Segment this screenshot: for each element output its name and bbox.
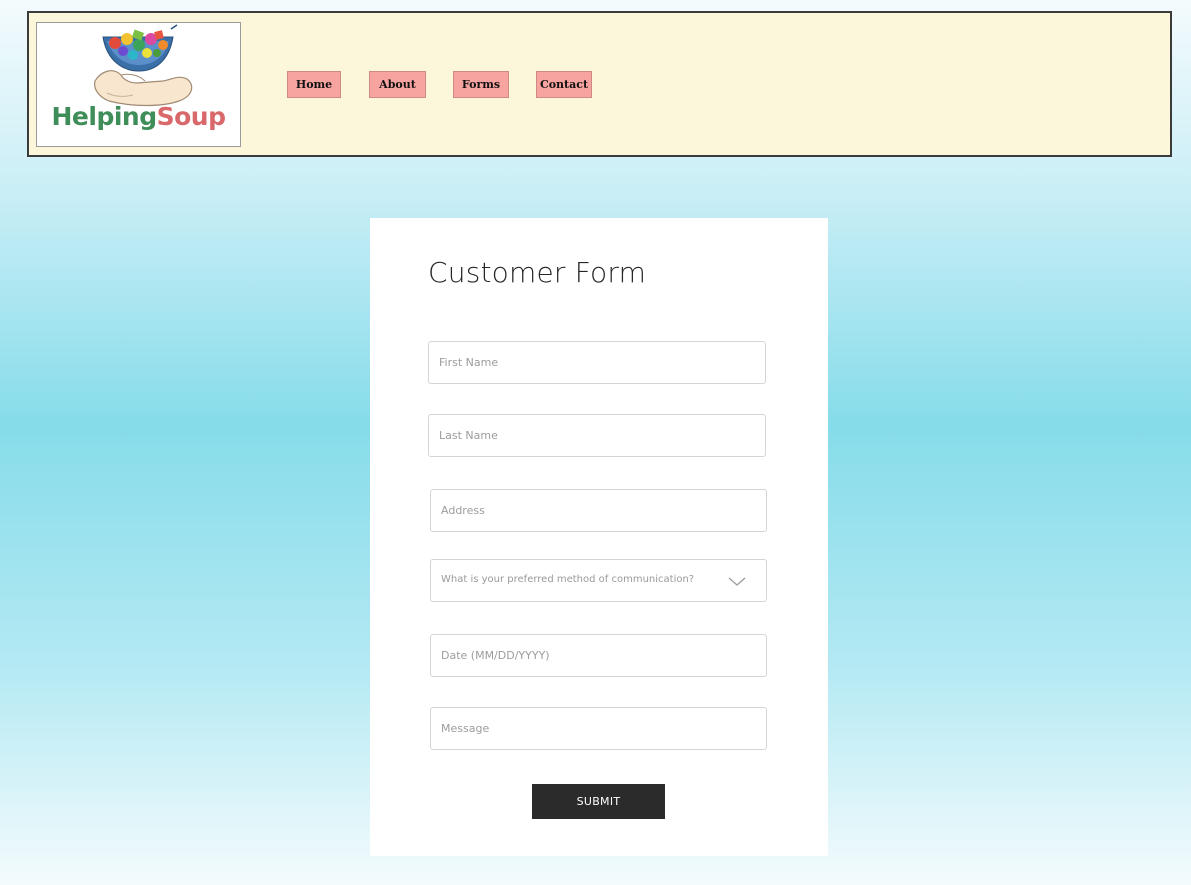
site-header: HelpingSoup Home About Forms Contact (27, 11, 1172, 157)
nav-home[interactable]: Home (287, 71, 341, 98)
communication-select-value: What is your preferred method of communi… (441, 574, 695, 585)
submit-button[interactable]: SUBMIT (532, 784, 665, 819)
first-name-field[interactable] (428, 341, 766, 384)
logo[interactable]: HelpingSoup (36, 22, 241, 147)
logo-wordmark: HelpingSoup (37, 102, 240, 131)
chevron-down-icon (728, 573, 746, 592)
nav-about[interactable]: About (369, 71, 426, 98)
address-field[interactable] (430, 489, 767, 532)
customer-form-card: Customer Form What is your preferred met… (370, 218, 828, 856)
nav-contact[interactable]: Contact (536, 71, 592, 98)
communication-select[interactable]: What is your preferred method of communi… (430, 559, 767, 602)
nav-forms[interactable]: Forms (453, 71, 509, 98)
logo-word-soup: Soup (156, 102, 226, 131)
message-field[interactable] (430, 707, 767, 750)
logo-word-helping: Helping (51, 102, 158, 131)
date-field[interactable] (430, 634, 767, 677)
last-name-field[interactable] (428, 414, 766, 457)
form-title: Customer Form (428, 256, 647, 289)
